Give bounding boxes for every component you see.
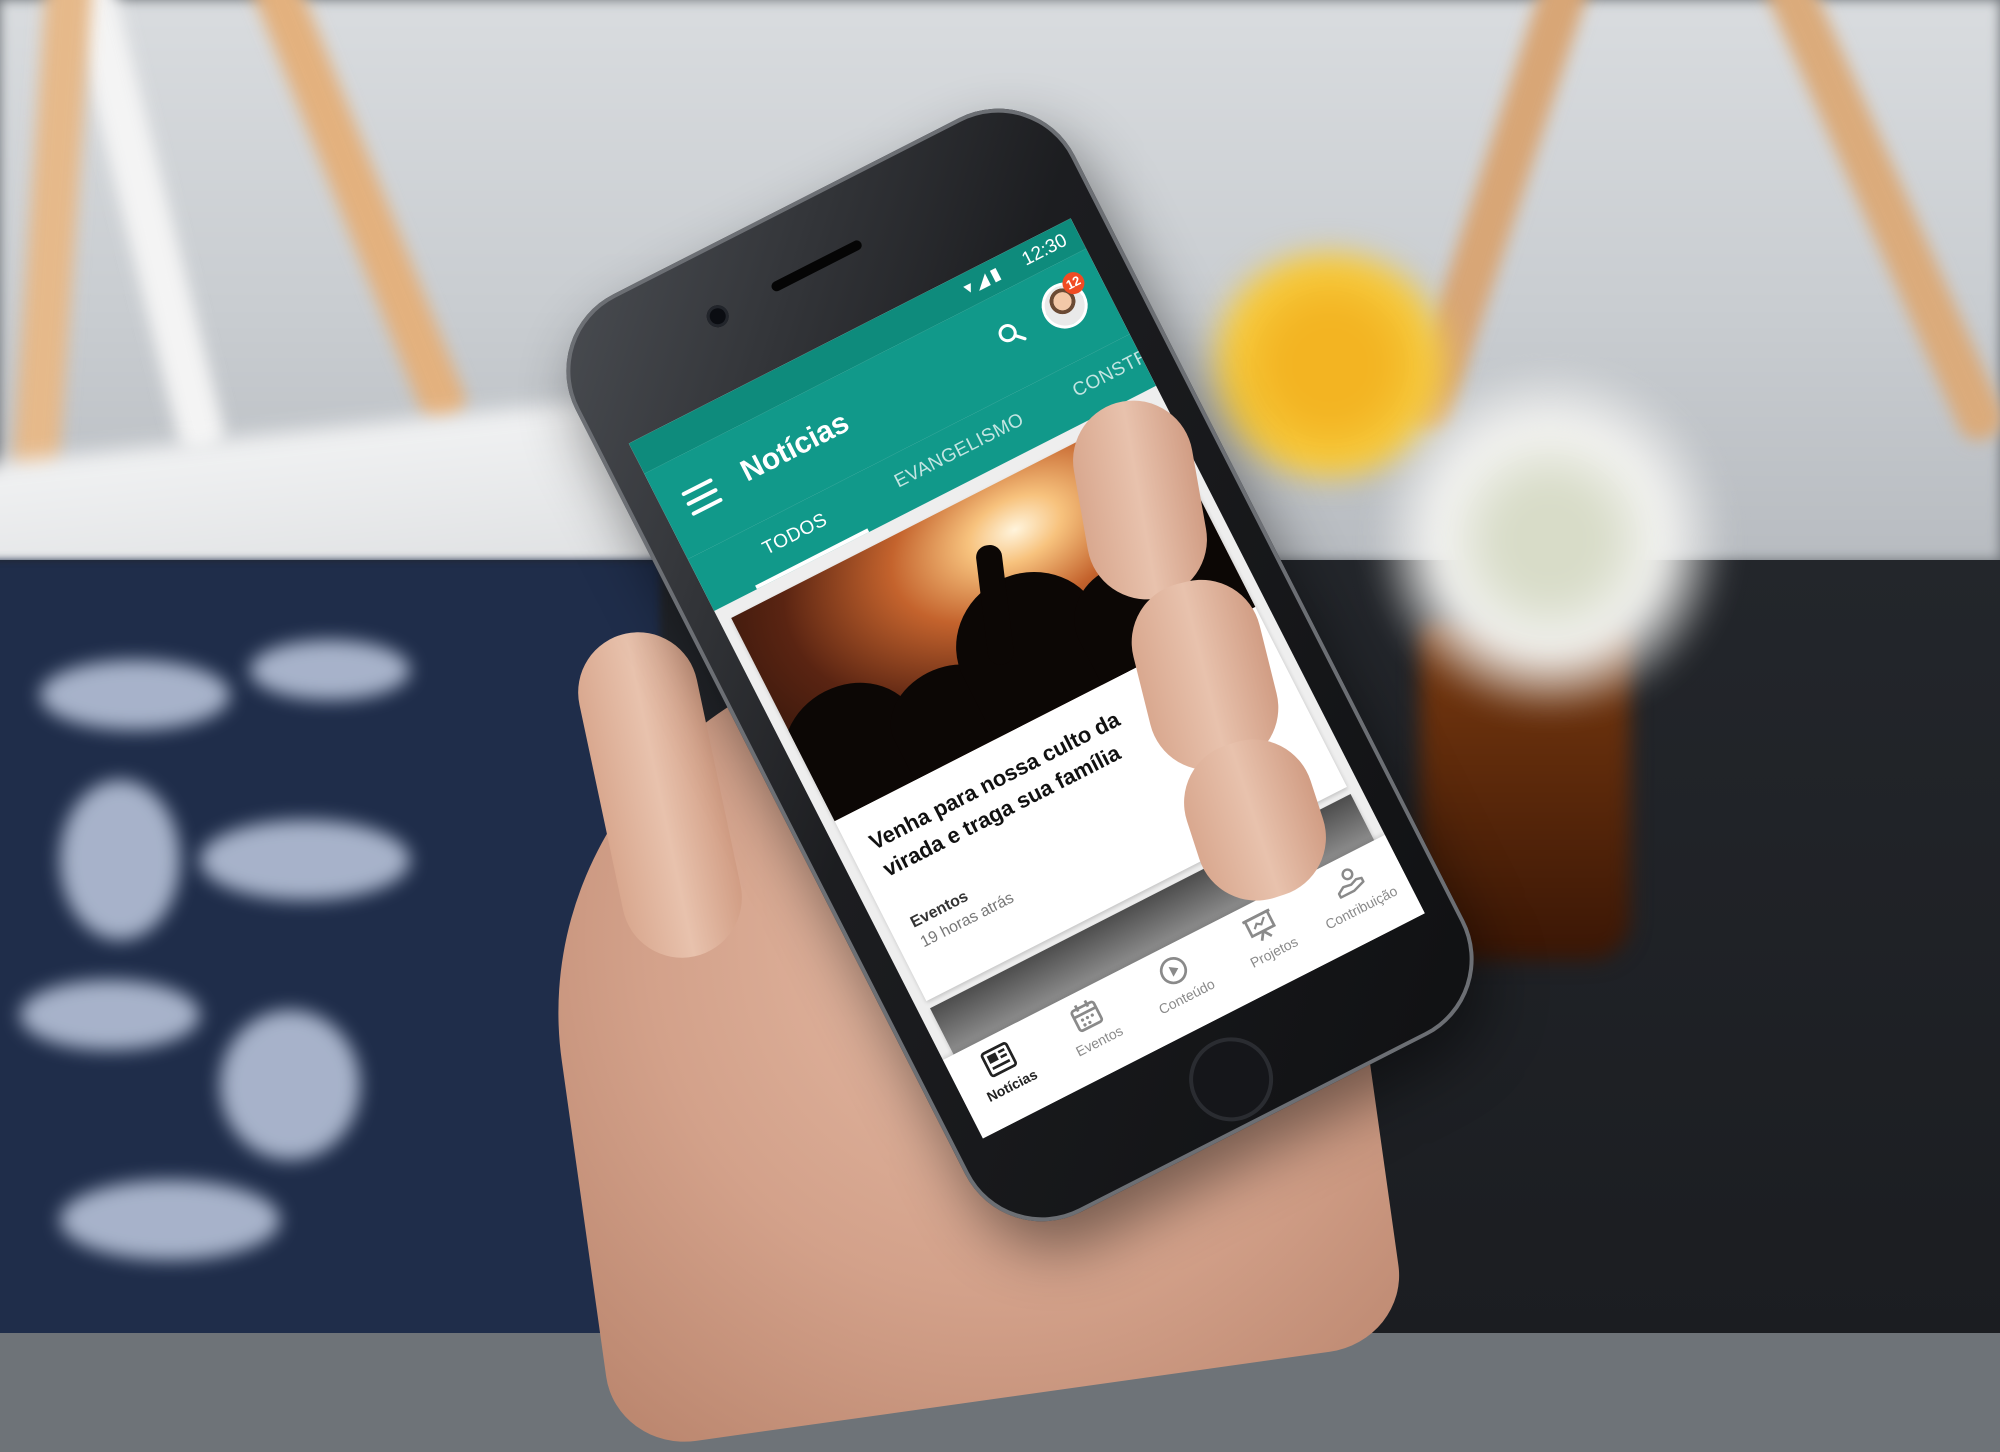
cloth-pattern xyxy=(220,1010,360,1160)
cloth-pattern xyxy=(200,820,410,900)
background-flower-white xyxy=(1370,370,1730,710)
page-title: Notícias xyxy=(735,405,855,489)
cloth-pattern xyxy=(60,1180,280,1260)
cloth-pattern xyxy=(40,660,230,730)
cloth-pattern xyxy=(60,780,180,940)
search-icon[interactable] xyxy=(992,315,1030,353)
cloth-pattern xyxy=(250,640,410,700)
cloth-pattern xyxy=(20,980,200,1050)
menu-icon[interactable] xyxy=(681,477,724,517)
